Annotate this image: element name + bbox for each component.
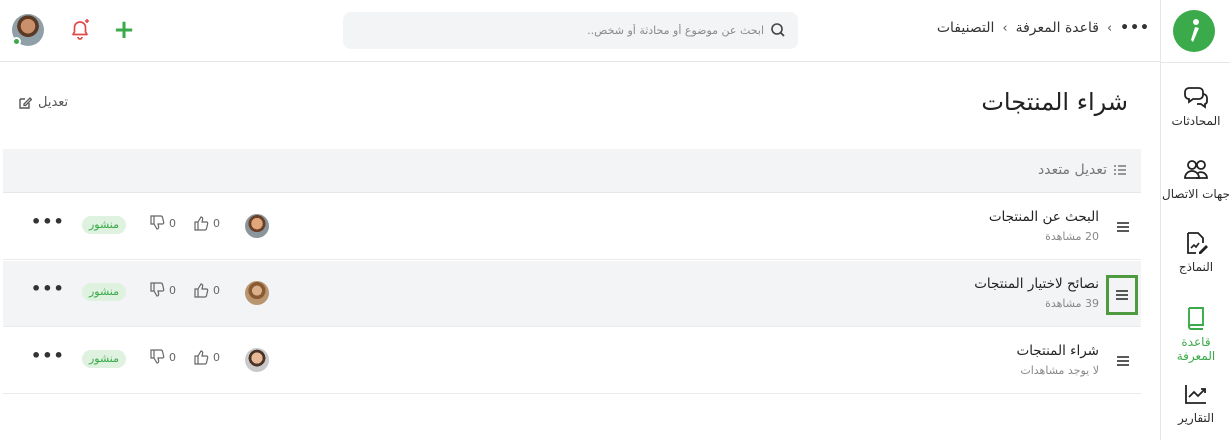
- likes-count[interactable]: 0: [193, 282, 220, 298]
- edit-icon: [19, 96, 32, 109]
- form-edit-icon: [1187, 232, 1208, 254]
- sidebar-item-label: النماذج: [1178, 260, 1214, 274]
- app-logo[interactable]: [1173, 10, 1215, 52]
- likes-value: 0: [213, 216, 220, 230]
- article-views: 20 مشاهدة: [1045, 230, 1099, 243]
- page-title: شراء المنتجات: [981, 88, 1128, 116]
- table-row[interactable]: نصائح لاختيار المنتجات 39 مشاهدة 0 0 منش…: [3, 261, 1141, 327]
- top-header: + ••• › قاعدة المعرفة › التصنيفات: [0, 0, 1160, 62]
- sidebar-divider: [1161, 62, 1230, 63]
- dislikes-value: 0: [169, 350, 176, 364]
- sidebar-item-label: قاعدة المعرفة: [1176, 335, 1216, 363]
- status-badge: منشور: [82, 216, 127, 234]
- drag-handle-icon[interactable]: [1106, 275, 1138, 315]
- thumbs-down-icon: [150, 282, 165, 297]
- contacts-icon: [1184, 160, 1208, 179]
- likes-value: 0: [213, 283, 220, 297]
- sidebar: المحادثات جهات الاتصال النماذج قاعدة الم…: [1160, 0, 1230, 440]
- author-avatar: [245, 348, 269, 372]
- article-views: لا يوجد مشاهدات: [1020, 364, 1099, 377]
- breadcrumb-separator: ›: [1106, 20, 1113, 36]
- likes-count[interactable]: 0: [193, 349, 220, 365]
- drag-handle-icon[interactable]: [1110, 214, 1136, 240]
- notification-bell-icon[interactable]: [68, 18, 92, 42]
- user-avatar[interactable]: [12, 14, 44, 46]
- article-title[interactable]: نصائح لاختيار المنتجات: [974, 276, 1099, 292]
- breadcrumb-categories[interactable]: التصنيفات: [937, 20, 995, 36]
- thumbs-up-icon: [194, 350, 209, 365]
- drag-handle-icon[interactable]: [1110, 348, 1136, 374]
- dislikes-count[interactable]: 0: [149, 282, 176, 298]
- article-title[interactable]: شراء المنتجات: [1016, 343, 1099, 359]
- likes-count[interactable]: 0: [193, 215, 220, 231]
- status-badge: منشور: [82, 283, 127, 301]
- article-views: 39 مشاهدة: [1045, 297, 1099, 310]
- list-check-icon: [1114, 165, 1126, 175]
- search-box: [343, 12, 798, 49]
- search-input[interactable]: [364, 18, 764, 43]
- edit-button[interactable]: تعديل: [18, 95, 68, 110]
- sidebar-item-label: التقارير: [1177, 411, 1215, 425]
- dislikes-value: 0: [169, 283, 176, 297]
- row-more-button[interactable]: •••: [31, 279, 65, 298]
- row-more-button[interactable]: •••: [31, 212, 65, 231]
- thumbs-down-icon: [150, 349, 165, 364]
- likes-value: 0: [213, 350, 220, 364]
- sidebar-item-knowledge-base[interactable]: قاعدة المعرفة: [1161, 305, 1230, 363]
- online-status-dot: [12, 37, 21, 46]
- bulk-edit-bar: تعديل متعدد: [3, 149, 1141, 193]
- edit-label: تعديل: [38, 95, 69, 110]
- book-icon: [1188, 307, 1204, 330]
- breadcrumb-knowledge-base[interactable]: قاعدة المعرفة: [1016, 20, 1099, 36]
- table-row[interactable]: البحث عن المنتجات 20 مشاهدة 0 0 منشور ••…: [3, 194, 1141, 260]
- dislikes-count[interactable]: 0: [149, 215, 176, 231]
- add-button[interactable]: +: [112, 16, 136, 44]
- search-icon: [771, 23, 785, 37]
- author-avatar: [245, 281, 269, 305]
- table-row[interactable]: شراء المنتجات لا يوجد مشاهدات 0 0 منشور …: [3, 328, 1141, 394]
- sidebar-item-label: جهات الاتصال: [1161, 187, 1230, 201]
- breadcrumb-separator: ›: [1002, 20, 1008, 36]
- sidebar-item-label: المحادثات: [1171, 114, 1221, 128]
- author-avatar: [245, 214, 269, 238]
- thumbs-up-icon: [194, 216, 209, 231]
- breadcrumb: ••• › قاعدة المعرفة › التصنيفات: [937, 20, 1150, 36]
- dislikes-value: 0: [169, 216, 176, 230]
- sidebar-item-conversations[interactable]: المحادثات: [1161, 84, 1230, 128]
- article-title[interactable]: البحث عن المنتجات: [989, 209, 1099, 225]
- thumbs-down-icon: [150, 215, 165, 230]
- sidebar-item-contacts[interactable]: جهات الاتصال: [1161, 157, 1230, 201]
- chat-bubbles-icon: [1184, 87, 1208, 109]
- bulk-edit-label: تعديل متعدد: [1037, 162, 1107, 178]
- breadcrumb-more-button[interactable]: •••: [1120, 20, 1150, 36]
- sidebar-item-reports[interactable]: التقارير: [1161, 381, 1230, 425]
- thumbs-up-icon: [194, 283, 209, 298]
- bulk-edit-button[interactable]: تعديل متعدد: [1038, 162, 1127, 178]
- chart-line-icon: [1185, 385, 1206, 404]
- dislikes-count[interactable]: 0: [149, 349, 176, 365]
- sidebar-item-forms[interactable]: النماذج: [1161, 230, 1230, 274]
- status-badge: منشور: [82, 350, 127, 368]
- row-more-button[interactable]: •••: [31, 346, 65, 365]
